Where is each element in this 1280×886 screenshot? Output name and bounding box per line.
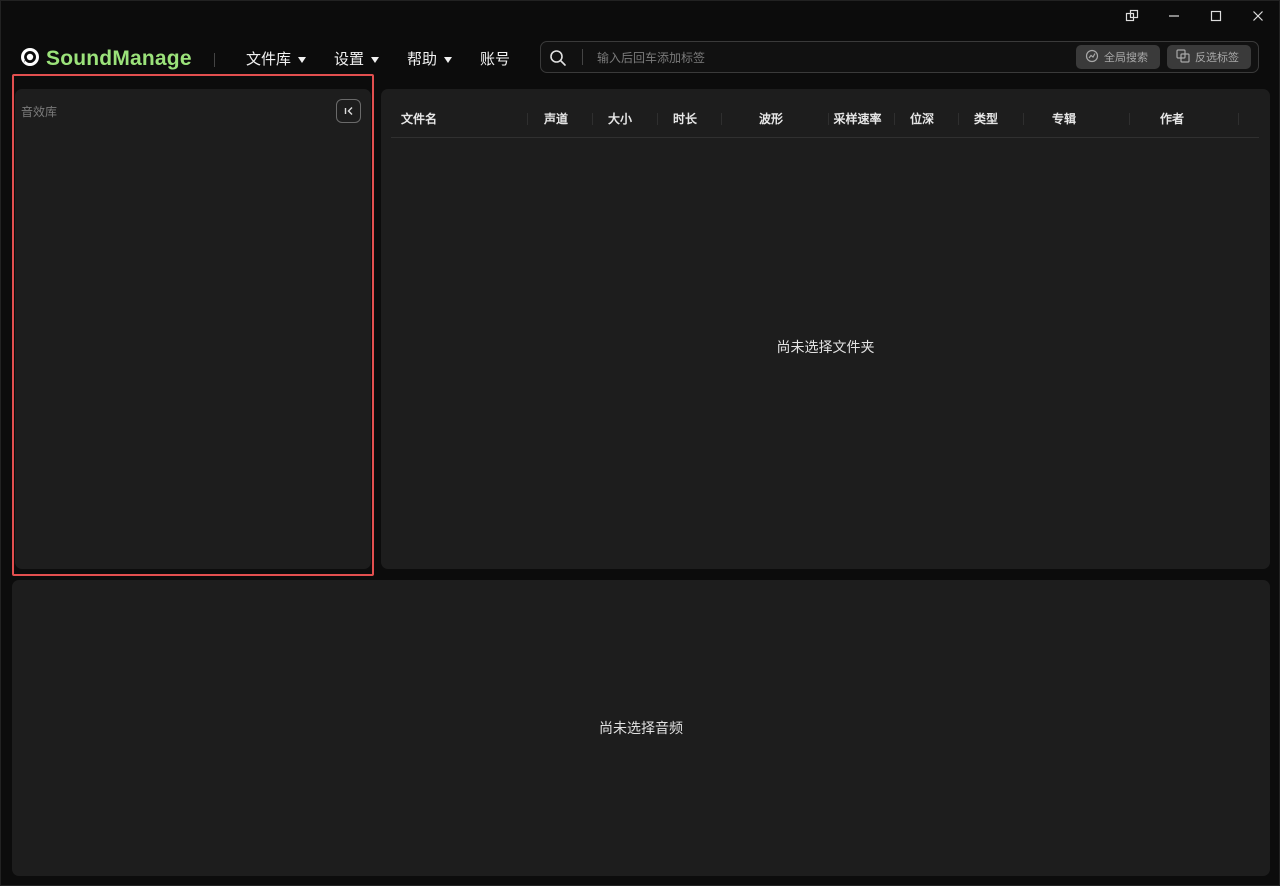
- column-separator: [657, 113, 658, 125]
- column-header-album[interactable]: 专辑: [1039, 110, 1089, 127]
- column-header-bit-depth[interactable]: 位深: [897, 110, 947, 127]
- nav-account[interactable]: 账号: [480, 48, 510, 69]
- inverse-tags-button[interactable]: 反选标签: [1167, 45, 1251, 69]
- logo-icon: [20, 47, 40, 71]
- column-header-size[interactable]: 大小: [595, 110, 645, 127]
- column-separator: [527, 113, 528, 125]
- column-header-filename[interactable]: 文件名: [391, 110, 447, 127]
- maximize-icon[interactable]: [1195, 1, 1237, 31]
- nav-help-label: 帮助: [407, 50, 438, 68]
- nav-account-label: 账号: [480, 50, 511, 68]
- column-separator: [721, 113, 722, 125]
- column-header-author[interactable]: 作者: [1147, 110, 1197, 127]
- audio-player-panel: 尚未选择音频: [12, 580, 1270, 876]
- collapse-sidebar-button[interactable]: [336, 99, 361, 123]
- restore-icon[interactable]: [1111, 1, 1153, 31]
- inverse-tags-label: 反选标签: [1195, 51, 1239, 64]
- brand: SoundManage: [20, 47, 192, 71]
- app-window: SoundManage 文件库 设置 帮助 账号 输入后回车添加标签 全局搜索 …: [0, 0, 1280, 886]
- column-header-waveform[interactable]: 波形: [746, 110, 796, 127]
- column-header-duration[interactable]: 时长: [660, 110, 710, 127]
- global-search-label: 全局搜索: [1104, 51, 1148, 64]
- inverse-select-icon: [1176, 48, 1190, 66]
- app-header: SoundManage 文件库 设置 帮助 账号 输入后回车添加标签 全局搜索 …: [1, 39, 1279, 77]
- column-separator: [1238, 113, 1239, 125]
- app-name: SoundManage: [46, 47, 192, 70]
- tag-search-input[interactable]: [595, 46, 1069, 70]
- search-icon[interactable]: [549, 49, 567, 71]
- column-header-sample-rate[interactable]: 采样速率: [831, 110, 884, 127]
- no-audio-message: 尚未选择音频: [599, 721, 683, 737]
- global-search-button[interactable]: 全局搜索: [1076, 45, 1160, 69]
- column-separator: [1129, 113, 1130, 125]
- minimize-icon[interactable]: [1153, 1, 1195, 31]
- sound-library-title: 音效库: [21, 105, 58, 119]
- nav-library-label: 文件库: [246, 50, 292, 68]
- column-header-type[interactable]: 类型: [961, 110, 1011, 127]
- column-separator: [958, 113, 959, 125]
- nav-settings-label: 设置: [334, 50, 365, 68]
- close-icon[interactable]: [1237, 1, 1279, 31]
- no-folder-message: 尚未选择文件夹: [776, 340, 875, 356]
- search-divider: [582, 49, 583, 65]
- caret-down-icon: [298, 56, 307, 63]
- column-separator: [828, 113, 829, 125]
- window-controls: [1111, 1, 1279, 31]
- column-header-channels[interactable]: 声道: [531, 110, 581, 127]
- global-search-icon: [1085, 49, 1099, 66]
- column-separator: [894, 113, 895, 125]
- main-nav: 文件库 设置 帮助 账号: [246, 48, 538, 69]
- file-list-panel: 文件名 声道 大小 时长 波形 采样速率 位深 类型 专辑 作者 尚未选择文件夹: [381, 89, 1270, 569]
- file-table-header: 文件名 声道 大小 时长 波形 采样速率 位深 类型 专辑 作者: [391, 105, 1259, 138]
- collapse-left-icon: [343, 102, 355, 121]
- caret-down-icon: [444, 56, 453, 63]
- tag-search-bar: 全局搜索 反选标签: [540, 41, 1259, 73]
- column-separator: [1023, 113, 1024, 125]
- column-separator: [592, 113, 593, 125]
- nav-settings-menu[interactable]: 设置: [334, 48, 380, 69]
- nav-library-menu[interactable]: 文件库: [246, 48, 307, 69]
- header-divider: [214, 53, 215, 67]
- nav-help-menu[interactable]: 帮助: [407, 48, 453, 69]
- caret-down-icon: [371, 56, 380, 63]
- sound-library-panel: 音效库: [15, 89, 371, 569]
